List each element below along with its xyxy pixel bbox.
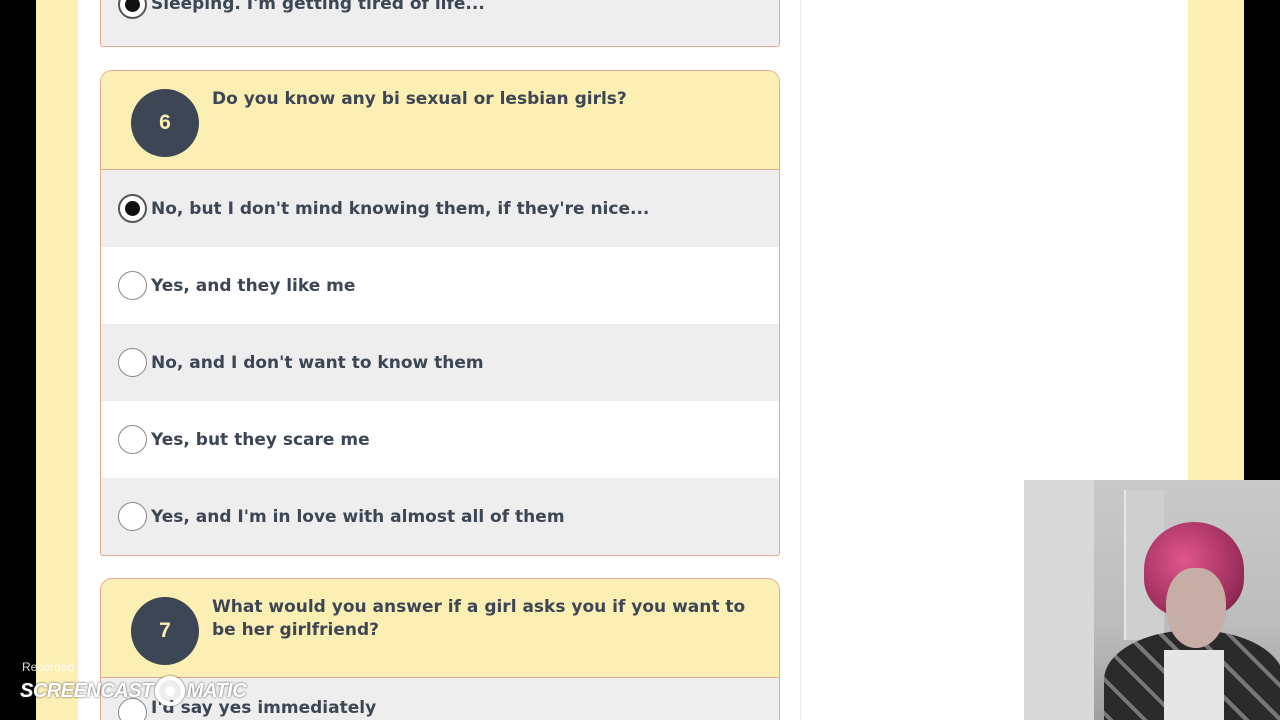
answer-option[interactable]: Yes, and I'm in love with almost all of … [101,478,779,555]
answer-label: Yes, and they like me [151,275,356,296]
answer-label: No, but I don't mind knowing them, if th… [151,198,650,219]
answer-option[interactable]: No, and I don't want to know them [101,324,779,401]
answer-option[interactable]: No, but I don't mind knowing them, if th… [101,170,779,247]
question-header: 6 Do you know any bi sexual or lesbian g… [101,71,779,170]
logo-text-right: MATIC [186,679,247,702]
webcam-overlay [1024,480,1280,720]
radio-button[interactable] [118,502,147,531]
answer-label: Yes, and I'm in love with almost all of … [151,506,565,527]
sidebar-divider [800,0,801,720]
watermark-recorded-with: Recorded with [22,660,99,674]
question-text: What would you answer if a girl asks you… [212,597,746,640]
answer-label: Yes, but they scare me [151,429,370,450]
record-ring-icon [154,676,185,706]
webcam-person-face [1166,568,1226,648]
question-card-6: 6 Do you know any bi sexual or lesbian g… [100,70,780,556]
answer-label: No, and I don't want to know them [151,352,484,373]
radio-button-selected[interactable] [118,194,147,223]
question-card-5: Sleeping. I'm getting tired of life... [100,0,780,47]
answer-option[interactable]: Yes, but they scare me [101,401,779,478]
answer-option[interactable]: Sleeping. I'm getting tired of life... [101,0,779,46]
radio-button[interactable] [118,348,147,377]
question-text: Do you know any bi sexual or lesbian gir… [212,89,627,109]
radio-button[interactable] [118,271,147,300]
question-number-badge: 6 [131,89,199,157]
answer-label: Sleeping. I'm getting tired of life... [151,0,485,14]
question-number-badge: 7 [131,597,199,665]
webcam-person-shirt [1164,650,1224,720]
screencast-o-matic-logo: SCREENCAST MATIC [20,676,247,706]
radio-button-selected[interactable] [118,0,147,19]
logo-text-left: SCREENCAST [20,679,153,702]
webcam-background [1024,480,1094,720]
answer-option[interactable]: Yes, and they like me [101,247,779,324]
radio-button[interactable] [118,425,147,454]
question-header: 7 What would you answer if a girl asks y… [101,579,779,678]
